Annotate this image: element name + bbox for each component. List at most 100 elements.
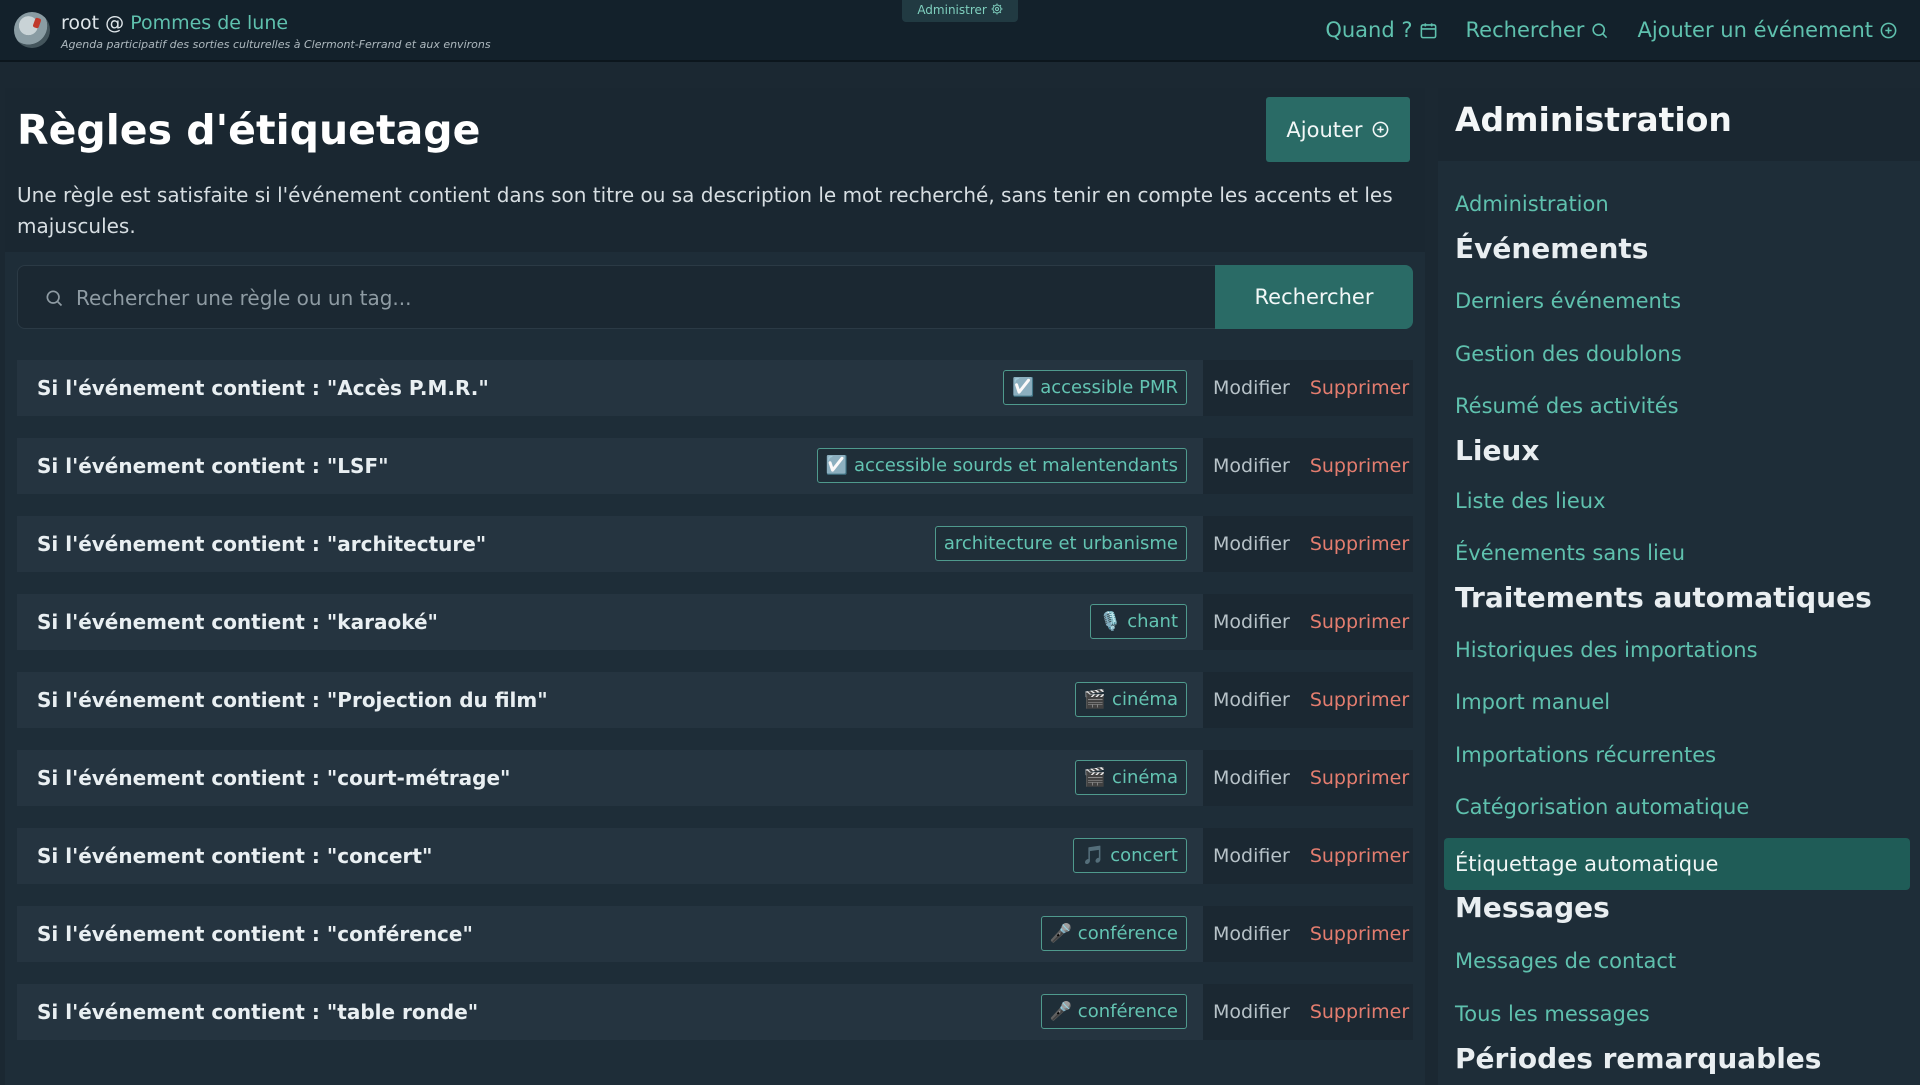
brand: root @ Pommes de lune Agenda participati… [61, 12, 491, 51]
tag-badge[interactable]: ☑️ accessible sourds et malentendants [816, 448, 1187, 483]
search-icon [46, 290, 63, 307]
sidebar-section-heading: Événements [1455, 232, 1649, 265]
rule-actions: Modifier Supprimer [1203, 672, 1413, 728]
sidebar-header: Administration [1438, 88, 1920, 161]
rule-actions: Modifier Supprimer [1203, 984, 1413, 1040]
main-header: Règles d'étiquetage Ajouter Une règle es… [5, 88, 1425, 252]
delete-rule-link[interactable]: Supprimer [1310, 1001, 1409, 1023]
sidebar-item[interactable]: Liste des lieux [1455, 489, 1606, 513]
sidebar-item[interactable]: Import manuel [1455, 690, 1610, 714]
rule-actions: Modifier Supprimer [1203, 594, 1413, 650]
gear-icon [991, 3, 1003, 15]
tag-badge[interactable]: 🎤 conférence [1040, 994, 1187, 1029]
rule-actions: Modifier Supprimer [1203, 360, 1413, 416]
edit-rule-link[interactable]: Modifier [1213, 845, 1290, 867]
delete-rule-link[interactable]: Supprimer [1310, 455, 1409, 477]
main-panel: Règles d'étiquetage Ajouter Une règle es… [5, 88, 1425, 1085]
edit-rule-link[interactable]: Modifier [1213, 689, 1290, 711]
add-rule-label: Ajouter [1286, 117, 1363, 142]
tag-badge[interactable]: 🎬 cinéma [1074, 760, 1187, 795]
site-tagline: Agenda participatif des sorties culturel… [61, 38, 491, 51]
rule-label: Si l'événement contient : "architecture" [37, 532, 487, 556]
rule-actions: Modifier Supprimer [1203, 906, 1413, 962]
rule-row: Si l'événement contient : "LSF" ☑️ access… [17, 438, 1413, 494]
page-title: Règles d'étiquetage [17, 106, 481, 154]
rule-label: Si l'événement contient : "LSF" [37, 454, 389, 478]
delete-rule-link[interactable]: Supprimer [1310, 845, 1409, 867]
rule-actions: Modifier Supprimer [1203, 438, 1413, 494]
rule-actions: Modifier Supprimer [1203, 750, 1413, 806]
plus-circle-icon [1372, 121, 1388, 138]
sidebar-item[interactable]: Importations récurrentes [1455, 743, 1716, 767]
search-form: Rechercher [17, 265, 1413, 329]
rule-label: Si l'événement contient : "Accès P.M.R." [37, 376, 489, 400]
site-logo[interactable] [14, 12, 50, 48]
rule-row: Si l'événement contient : "table ronde" 🎤… [17, 984, 1413, 1040]
delete-rule-link[interactable]: Supprimer [1310, 767, 1409, 789]
rule-row: Si l'événement contient : "Projection du… [17, 672, 1413, 728]
tag-badge[interactable]: 🎬 cinéma [1074, 682, 1187, 717]
site-name-link[interactable]: Pommes de lune [130, 12, 288, 34]
rule-label: Si l'événement contient : "conférence" [37, 922, 473, 946]
nav-add-event-label: Ajouter un événement [1637, 18, 1873, 42]
tag-badge[interactable]: ☑️ accessible PMR [1003, 370, 1187, 405]
edit-rule-link[interactable]: Modifier [1213, 455, 1290, 477]
rule-row: Si l'événement contient : "architecture"… [17, 516, 1413, 572]
top-nav: Quand ? Rechercher Ajouter un événement [1325, 18, 1898, 42]
tag-badge[interactable]: 🎵 concert [1073, 838, 1187, 873]
nav-search-label: Rechercher [1465, 18, 1585, 42]
top-bar: root @ Pommes de lune Agenda participati… [0, 0, 1920, 62]
rule-label: Si l'événement contient : "concert" [37, 844, 433, 868]
sidebar-item[interactable]: Derniers événements [1455, 289, 1681, 313]
sidebar-item[interactable]: Catégorisation automatique [1455, 795, 1749, 819]
sidebar-title: Administration [1455, 100, 1732, 139]
delete-rule-link[interactable]: Supprimer [1310, 611, 1409, 633]
rule-label: Si l'événement contient : "karaoké" [37, 610, 438, 634]
tag-badge[interactable]: 🎤 conférence [1040, 916, 1187, 951]
search-button[interactable]: Rechercher [1215, 265, 1413, 329]
sidebar-section-heading: Lieux [1455, 434, 1540, 467]
nav-search[interactable]: Rechercher [1466, 18, 1610, 42]
nav-when-label: Quand ? [1325, 18, 1413, 42]
rule-label: Si l'événement contient : "court-métrage… [37, 766, 511, 790]
username[interactable]: root [61, 12, 99, 34]
delete-rule-link[interactable]: Supprimer [1310, 533, 1409, 555]
delete-rule-link[interactable]: Supprimer [1310, 377, 1409, 399]
intro-text: Une règle est satisfaite si l'événement … [17, 183, 1393, 238]
search-input[interactable] [76, 276, 1176, 320]
delete-rule-link[interactable]: Supprimer [1310, 689, 1409, 711]
tag-badge[interactable]: architecture et urbanisme [934, 526, 1187, 561]
edit-rule-link[interactable]: Modifier [1213, 923, 1290, 945]
sidebar-item[interactable]: Administration [1455, 192, 1609, 216]
edit-rule-link[interactable]: Modifier [1213, 767, 1290, 789]
add-rule-button[interactable]: Ajouter [1266, 97, 1410, 162]
tag-badge[interactable]: 🎙️ chant [1090, 604, 1187, 639]
nav-when[interactable]: Quand ? [1325, 18, 1437, 42]
rule-actions: Modifier Supprimer [1203, 516, 1413, 572]
sidebar-item[interactable]: Historiques des importations [1455, 638, 1758, 662]
sidebar-item[interactable]: Messages de contact [1455, 949, 1676, 973]
nav-add-event[interactable]: Ajouter un événement [1637, 18, 1898, 42]
sidebar-item[interactable]: Résumé des activités [1455, 394, 1679, 418]
sidebar-item[interactable]: Gestion des doublons [1455, 342, 1682, 366]
edit-rule-link[interactable]: Modifier [1213, 1001, 1290, 1023]
rule-actions: Modifier Supprimer [1203, 828, 1413, 884]
at-sign: @ [105, 12, 125, 34]
edit-rule-link[interactable]: Modifier [1213, 611, 1290, 633]
rule-label: Si l'événement contient : "table ronde" [37, 1000, 479, 1024]
sidebar-item[interactable]: Événements sans lieu [1455, 541, 1685, 565]
sidebar-item-active[interactable]: Étiquettage automatique [1444, 838, 1910, 890]
brand-line: root @ Pommes de lune [61, 12, 491, 34]
rule-row: Si l'événement contient : "court-métrage… [17, 750, 1413, 806]
delete-rule-link[interactable]: Supprimer [1310, 923, 1409, 945]
sidebar-section-heading: Messages [1455, 891, 1610, 924]
rule-row: Si l'événement contient : "conférence" 🎤 … [17, 906, 1413, 962]
administer-button[interactable]: Administrer [902, 0, 1018, 22]
rule-label: Si l'événement contient : "Projection du… [37, 688, 548, 712]
calendar-icon [1420, 22, 1436, 38]
edit-rule-link[interactable]: Modifier [1213, 533, 1290, 555]
sidebar-section-heading: Traitements automatiques [1455, 581, 1872, 614]
rule-row: Si l'événement contient : "Accès P.M.R."… [17, 360, 1413, 416]
edit-rule-link[interactable]: Modifier [1213, 377, 1290, 399]
sidebar-item[interactable]: Tous les messages [1455, 1002, 1650, 1026]
